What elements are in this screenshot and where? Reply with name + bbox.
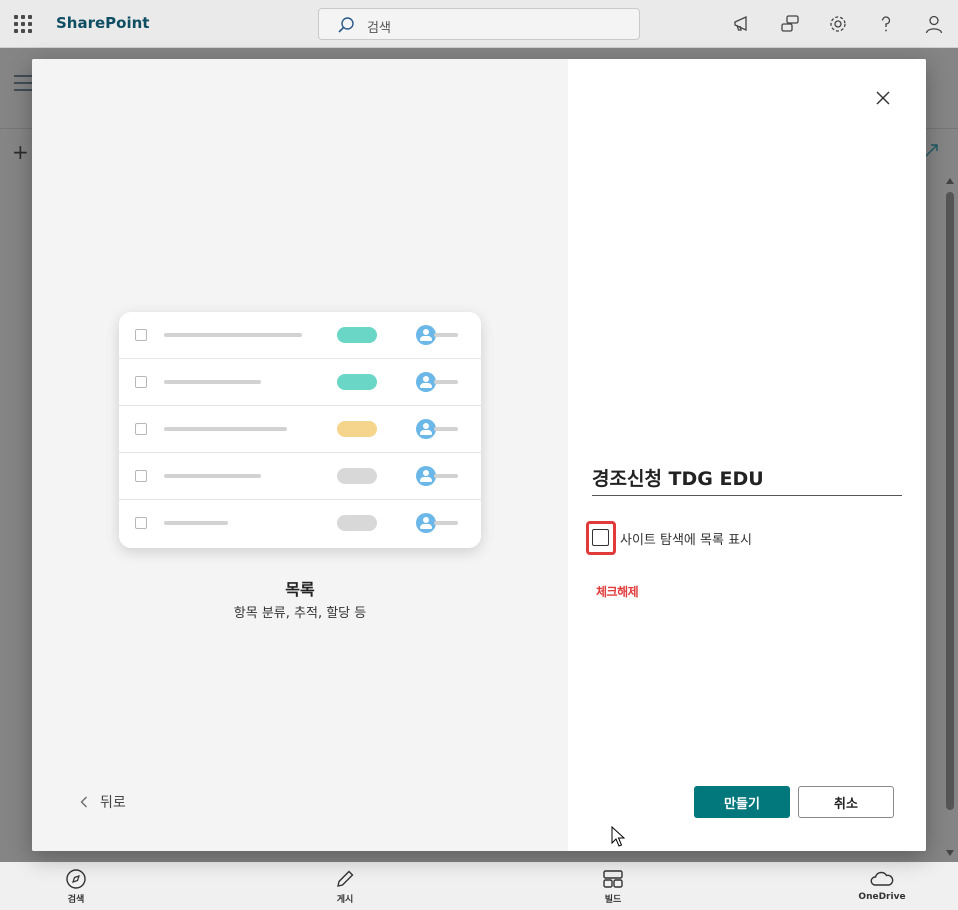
preview-row — [119, 406, 481, 453]
annotation-text: 체크해제 — [596, 585, 639, 599]
preview-row — [119, 312, 481, 359]
preview-line — [164, 380, 261, 384]
preview-checkbox — [135, 423, 147, 435]
feedback-icon[interactable] — [779, 13, 801, 35]
compass-icon — [66, 869, 86, 889]
show-in-nav-checkbox[interactable] — [592, 529, 609, 546]
preview-pill — [337, 468, 377, 484]
scrollbar-thumb[interactable] — [946, 192, 954, 810]
person-icon — [416, 466, 436, 486]
preview-row — [119, 500, 481, 547]
preview-line — [164, 427, 287, 431]
add-icon: + — [12, 140, 29, 164]
preview-checkbox — [135, 470, 147, 482]
search-icon — [338, 17, 354, 33]
person-icon — [416, 419, 436, 439]
cloud-icon — [870, 871, 894, 886]
template-preview-card — [119, 312, 481, 548]
person-icon — [416, 513, 436, 533]
search-input[interactable]: 검색 — [318, 8, 640, 40]
list-settings-pane: 사이트 탐색에 목록 표시 체크해제 만들기 취소 — [568, 59, 926, 851]
app-bar: 검색 게시 빌드 OneDrive — [0, 862, 958, 910]
person-icon — [416, 325, 436, 345]
preview-line — [164, 474, 261, 478]
app-bar-label: OneDrive — [858, 892, 906, 902]
app-bar-item-build[interactable]: 빌드 — [573, 868, 653, 905]
scroll-up-arrow-icon[interactable] — [946, 178, 954, 184]
suite-bar: SharePoint 검색 — [0, 0, 958, 48]
cancel-button[interactable]: 취소 — [798, 786, 894, 818]
preview-row — [119, 359, 481, 406]
account-icon[interactable] — [923, 13, 945, 35]
preview-checkbox — [135, 329, 147, 341]
app-launcher-icon[interactable] — [14, 15, 32, 33]
brand-title[interactable]: SharePoint — [56, 14, 149, 32]
preview-checkbox — [135, 517, 147, 529]
preview-checkbox — [135, 376, 147, 388]
pencil-icon — [337, 870, 354, 887]
preview-line — [434, 333, 458, 337]
template-description: 항목 분류, 추적, 할당 등 — [233, 606, 367, 621]
back-label: 뒤로 — [100, 795, 126, 811]
preview-line — [434, 427, 458, 431]
help-icon[interactable] — [875, 13, 897, 35]
preview-line — [434, 380, 458, 384]
gear-icon[interactable] — [827, 13, 849, 35]
grid-icon — [603, 870, 623, 888]
preview-pill — [337, 374, 377, 390]
app-bar-item-publish[interactable]: 게시 — [305, 868, 385, 905]
create-list-dialog: 목록 항목 분류, 추적, 할당 등 뒤로 사이트 탐색에 목록 표시 체크해제… — [32, 59, 926, 851]
person-icon — [416, 372, 436, 392]
preview-pill — [337, 421, 377, 437]
template-title: 목록 — [285, 580, 315, 599]
app-bar-item-onedrive[interactable]: OneDrive — [842, 868, 922, 902]
preview-line — [434, 474, 458, 478]
app-bar-label: 검색 — [67, 895, 85, 905]
create-button[interactable]: 만들기 — [694, 786, 790, 818]
menu-icon — [14, 75, 34, 91]
preview-line — [434, 521, 458, 525]
app-bar-label: 빌드 — [604, 895, 622, 905]
search-placeholder: 검색 — [367, 21, 391, 36]
preview-line — [164, 333, 302, 337]
back-button[interactable]: 뒤로 — [80, 792, 126, 812]
preview-line — [164, 521, 228, 525]
close-icon[interactable] — [873, 88, 893, 108]
mouse-cursor-icon — [611, 826, 625, 847]
preview-row — [119, 453, 481, 500]
app-bar-label: 게시 — [336, 895, 354, 905]
megaphone-icon[interactable] — [731, 13, 753, 35]
template-preview-pane: 목록 항목 분류, 추적, 할당 등 뒤로 — [32, 59, 568, 851]
show-in-nav-label[interactable]: 사이트 탐색에 목록 표시 — [620, 529, 752, 548]
app-bar-item-search[interactable]: 검색 — [36, 868, 116, 905]
list-name-input[interactable] — [592, 464, 902, 496]
preview-pill — [337, 327, 377, 343]
scroll-down-arrow-icon[interactable] — [946, 850, 954, 856]
chevron-left-icon — [80, 796, 87, 808]
preview-pill — [337, 515, 377, 531]
